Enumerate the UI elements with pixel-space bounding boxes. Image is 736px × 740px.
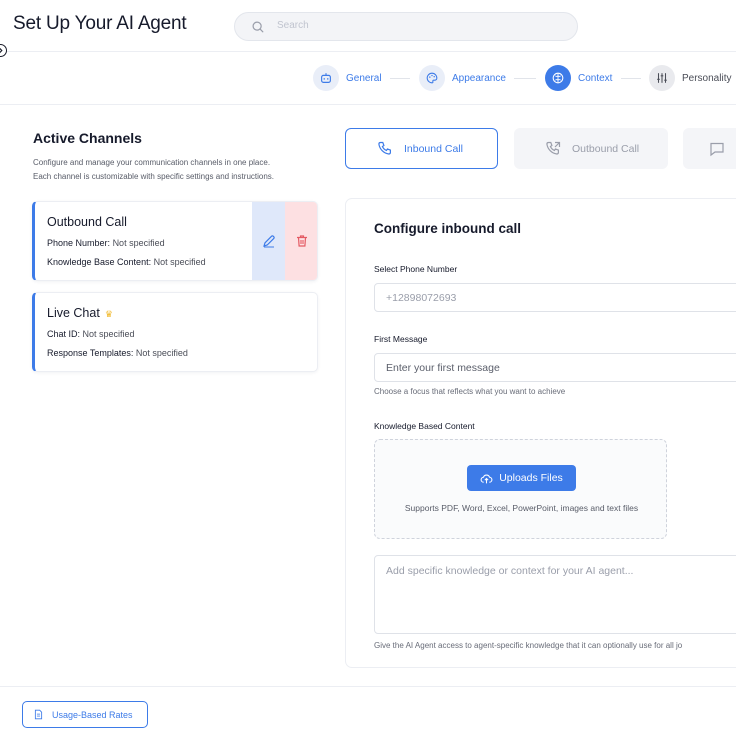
cloud-upload-icon	[480, 474, 493, 483]
chat-icon	[710, 142, 724, 156]
page-title: Set Up Your AI Agent	[13, 13, 187, 34]
row-label: Response Templates:	[47, 348, 134, 358]
phone-outgoing-icon	[546, 141, 561, 155]
channel-card-live-chat[interactable]: Live Chat ♛ Chat ID: Not specified Respon…	[32, 292, 318, 372]
configure-title: Configure inbound call	[374, 221, 521, 236]
step-personality[interactable]: Personality	[649, 65, 731, 91]
first-message-placeholder: Enter your first message	[386, 362, 500, 374]
brain-icon	[552, 72, 564, 84]
row-label: Phone Number:	[47, 238, 111, 248]
edit-channel-button[interactable]	[252, 202, 285, 280]
file-dropzone[interactable]: Uploads Files Supports PDF, Word, Excel,…	[374, 439, 667, 539]
crown-icon: ♛	[104, 309, 113, 319]
footer-divider	[0, 686, 736, 687]
phone-number-select[interactable]: +12898072693	[374, 283, 736, 312]
step-label: Personality	[682, 72, 732, 84]
tab-outbound-call[interactable]: Outbound Call	[514, 128, 668, 169]
context-hint: Give the AI Agent access to agent-specif…	[374, 641, 683, 650]
tab-label: Inbound Call	[404, 142, 463, 155]
step-appearance[interactable]: Appearance	[419, 65, 506, 91]
channels-description: Configure and manage your communication …	[33, 156, 323, 184]
setup-stepper: General Appearance Context Personality	[0, 53, 736, 105]
channel-card-row: Knowledge Base Content: Not specified	[47, 257, 206, 267]
search-icon	[252, 21, 264, 33]
row-value: Not specified	[112, 238, 165, 248]
app-header: Set Up Your AI Agent Search	[0, 0, 736, 57]
usage-based-rates-button[interactable]: Usage-Based Rates	[22, 701, 148, 728]
channel-card-title-text: Live Chat	[47, 306, 100, 320]
upload-files-label: Uploads Files	[499, 472, 563, 484]
step-connector	[390, 78, 410, 79]
upload-hint: Supports PDF, Word, Excel, PowerPoint, i…	[404, 503, 639, 513]
channels-title: Active Channels	[33, 130, 142, 146]
phone-label: Select Phone Number	[374, 264, 458, 274]
step-context[interactable]: Context	[545, 65, 612, 91]
first-message-hint: Choose a focus that reflects what you wa…	[374, 387, 566, 396]
channel-card-outbound-call[interactable]: Outbound Call Phone Number: Not specifie…	[32, 201, 318, 281]
pencil-icon	[262, 235, 275, 248]
channel-card-row: Phone Number: Not specified	[47, 238, 165, 248]
first-message-input[interactable]: Enter your first message	[374, 353, 736, 382]
robot-icon	[321, 73, 331, 83]
row-value: Not specified	[82, 329, 135, 339]
search-placeholder: Search	[277, 20, 309, 31]
configure-panel: Configure inbound call Select Phone Numb…	[345, 198, 736, 668]
row-value: Not specified	[135, 348, 188, 358]
upload-files-button[interactable]: Uploads Files	[467, 465, 576, 491]
first-message-label: First Message	[374, 334, 428, 344]
step-general[interactable]: General	[313, 65, 382, 91]
row-value: Not specified	[153, 257, 206, 267]
tab-label: Outbound Call	[572, 142, 640, 155]
channel-card-row: Response Templates: Not specified	[47, 348, 188, 358]
phone-icon	[378, 141, 391, 155]
channel-card-title: Live Chat ♛	[47, 306, 113, 320]
usage-based-rates-label: Usage-Based Rates	[52, 709, 133, 720]
step-label: General	[346, 72, 382, 84]
document-icon	[34, 709, 43, 720]
step-label: Context	[578, 72, 613, 84]
palette-icon	[426, 72, 438, 84]
context-placeholder: Add specific knowledge or context for yo…	[386, 565, 634, 577]
step-connector	[514, 78, 536, 79]
phone-number-value: +12898072693	[386, 292, 457, 304]
sliders-icon	[657, 73, 667, 83]
trash-icon	[296, 235, 307, 247]
channel-card-row: Chat ID: Not specified	[47, 329, 135, 339]
step-label: Appearance	[452, 72, 506, 84]
knowledge-label: Knowledge Based Content	[374, 421, 475, 431]
channels-description-line: Each channel is customizable with specif…	[33, 172, 275, 181]
tab-live-chat[interactable]	[683, 128, 736, 169]
tab-inbound-call[interactable]: Inbound Call	[345, 128, 498, 169]
row-label: Chat ID:	[47, 329, 81, 339]
context-textarea[interactable]: Add specific knowledge or context for yo…	[374, 555, 736, 634]
step-connector	[621, 78, 641, 79]
search-input[interactable]: Search	[234, 12, 578, 41]
delete-channel-button[interactable]	[285, 202, 317, 280]
row-label: Knowledge Base Content:	[47, 257, 152, 267]
channel-card-title: Outbound Call	[47, 215, 127, 229]
channels-description-line: Configure and manage your communication …	[33, 158, 271, 167]
